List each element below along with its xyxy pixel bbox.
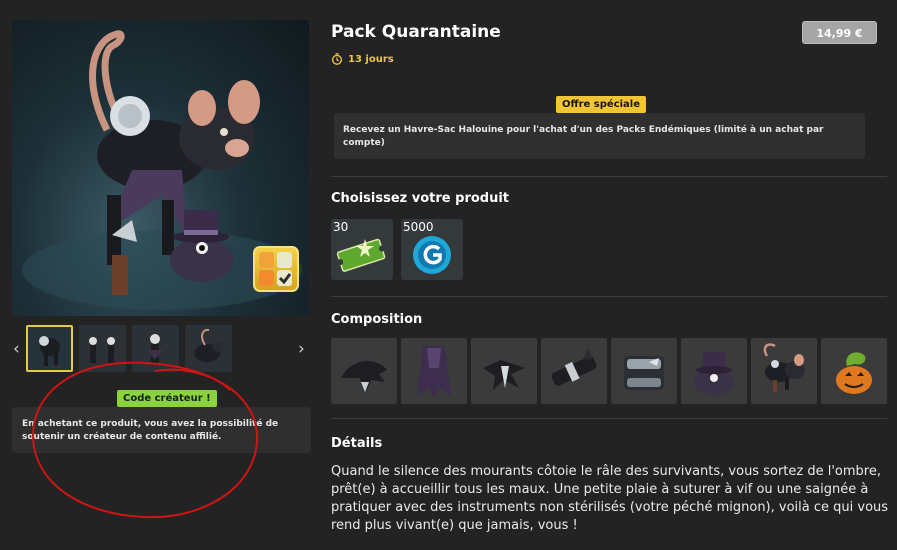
option-quantity: 30 [333, 220, 349, 234]
details-text: Quand le silence des mourants côtoie le … [331, 464, 889, 533]
thumbnail-4[interactable] [185, 325, 232, 372]
composition-item-8[interactable] [821, 338, 887, 404]
top-hat-creature-icon [694, 352, 734, 395]
thumbnail-2[interactable] [79, 325, 126, 372]
pumpkin-pet-icon [836, 352, 872, 394]
creator-code-text: En achetant ce produit, vous avez la pos… [22, 419, 279, 442]
timer-label: 13 jours [348, 53, 394, 65]
creator-code-info: En achetant ce produit, vous avez la pos… [12, 407, 311, 453]
price-button[interactable]: 14,99 € [802, 21, 877, 44]
option-quantity: 5000 [403, 220, 434, 234]
divider [331, 418, 887, 419]
purple-cape-icon [417, 346, 451, 398]
dark-bracer-icon [551, 347, 597, 386]
armor-chest-icon [624, 356, 664, 390]
divider [331, 296, 887, 297]
creator-code-tag: Code créateur ! [117, 390, 217, 407]
composition-item-4[interactable] [541, 338, 607, 404]
product-option-coins[interactable]: 5000 [401, 219, 463, 280]
composition-item-5[interactable] [611, 338, 677, 404]
composition-item-3[interactable] [471, 338, 537, 404]
composition-heading: Composition [331, 312, 423, 327]
chevron-right-icon[interactable]: › [298, 339, 305, 359]
thumbnail-1[interactable] [26, 325, 73, 372]
dark-shoulderpad-icon [341, 360, 387, 392]
special-offer-tag: Offre spéciale [556, 96, 647, 113]
special-offer-box: Recevez un Havre-Sac Halouine pour l'ach… [334, 113, 865, 159]
details-heading: Détails [331, 436, 383, 451]
composition-item-6[interactable] [681, 338, 747, 404]
product-option-ticket[interactable]: 30 [331, 219, 393, 280]
composition-item-7[interactable] [751, 338, 817, 404]
chevron-left-icon[interactable]: ‹ [13, 339, 20, 359]
choose-product-heading: Choisissez votre produit [331, 191, 510, 206]
composition-item-1[interactable] [331, 338, 397, 404]
silver-claw-icon [483, 360, 525, 390]
stopwatch-icon [331, 53, 343, 65]
product-title: Pack Quarantaine [331, 22, 501, 42]
divider [331, 176, 887, 177]
rat-pet-icon [763, 343, 805, 392]
product-hero-image [12, 20, 309, 316]
set-bonus-icon [253, 246, 299, 292]
special-offer-text: Recevez un Havre-Sac Halouine pour l'ach… [343, 125, 824, 148]
timer: 13 jours [331, 53, 394, 65]
thumbnail-3[interactable] [132, 325, 179, 372]
thumbnail-strip: ‹ › [12, 325, 309, 373]
composition-item-2[interactable] [401, 338, 467, 404]
